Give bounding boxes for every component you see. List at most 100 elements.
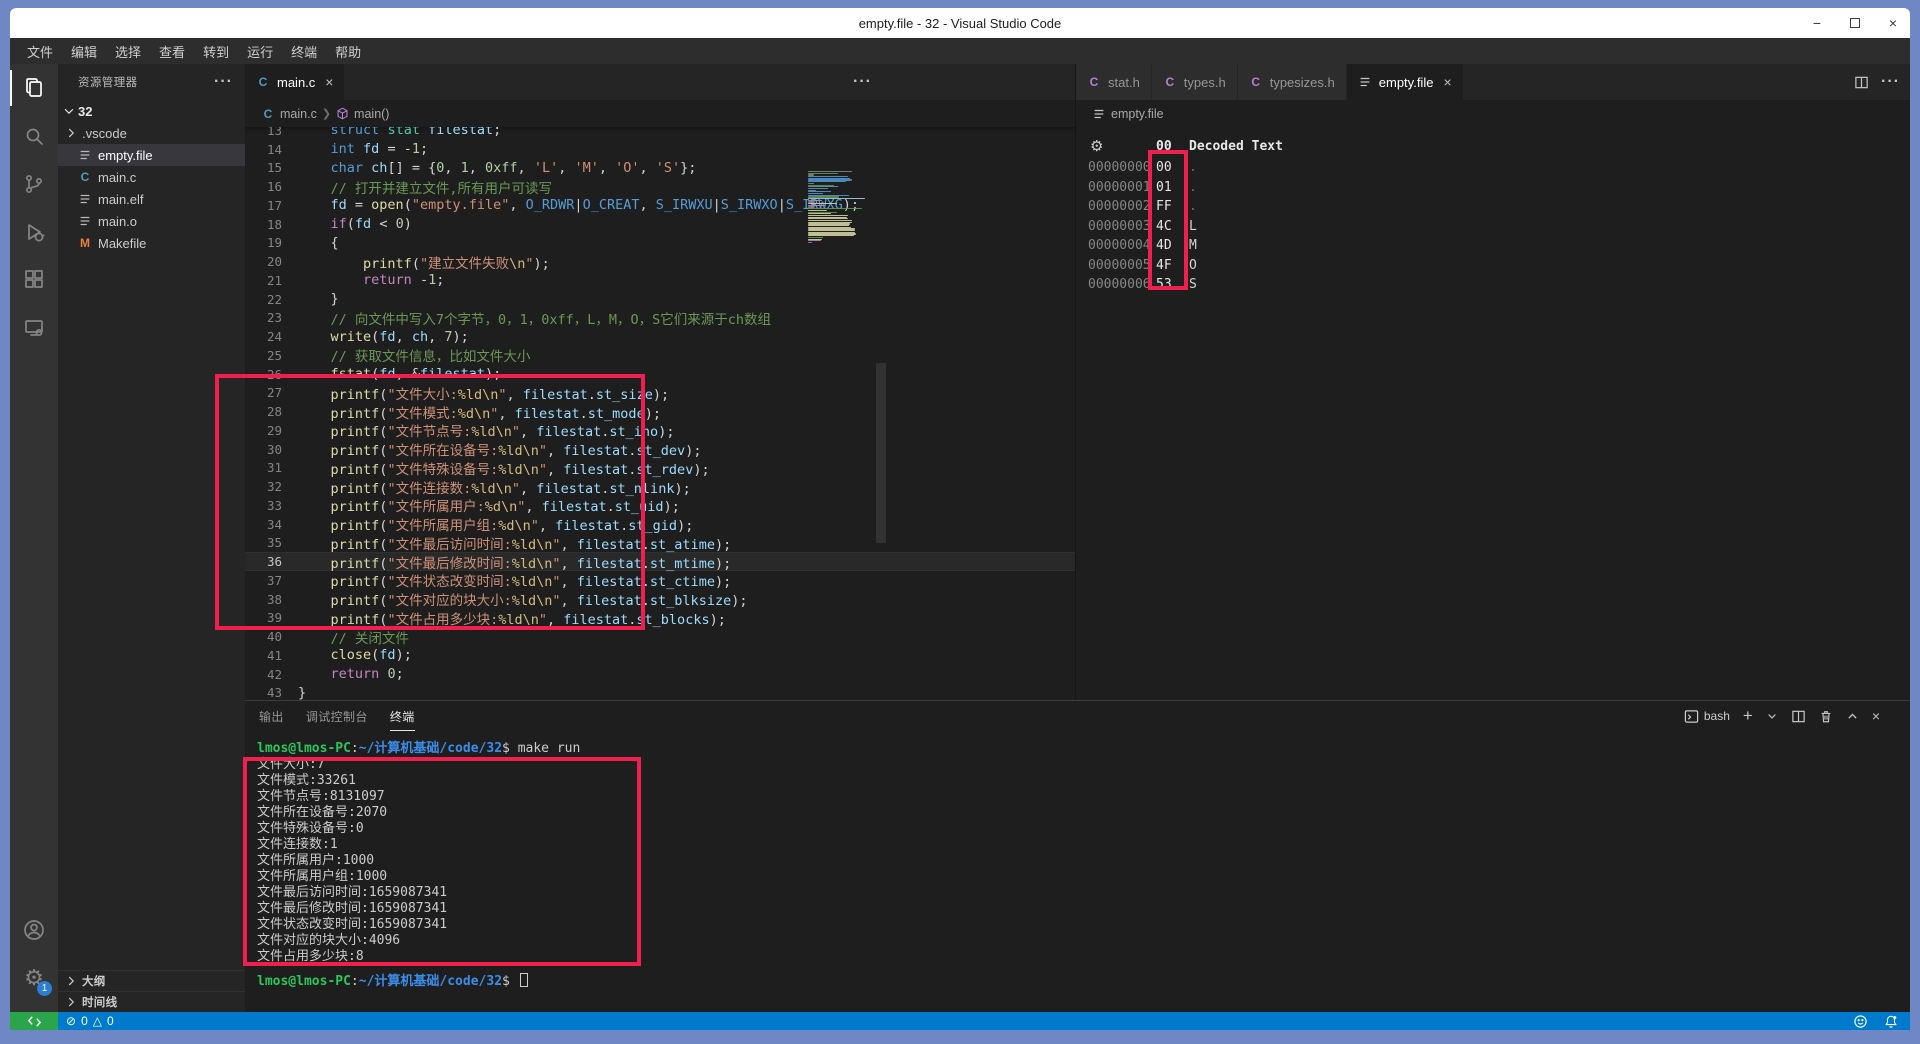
activity-explorer[interactable] [10,64,58,112]
tree-item-.vscode[interactable]: .vscode [58,122,245,144]
tree-root-folder[interactable]: 32 [58,100,245,122]
kill-terminal-icon[interactable] [1819,709,1833,724]
menu-item-运行[interactable]: 运行 [238,40,282,62]
menu-item-选择[interactable]: 选择 [106,40,150,62]
line-number[interactable]: 19 [245,235,282,250]
hex-row[interactable]: 000000044DM [1076,236,1910,256]
problems-status[interactable]: ⊘ 0 △ 0 [58,1014,114,1028]
split-editor-icon[interactable] [1854,75,1869,90]
editor-more-actions-button[interactable]: ··· [1881,73,1900,91]
close-button[interactable]: × [1886,16,1900,30]
minimap[interactable] [808,171,880,244]
panel-tab-调试控制台[interactable]: 调试控制台 [306,702,368,731]
breadcrumb-file[interactable]: empty.file [1111,107,1164,121]
code-line[interactable]: 21 return -1; [245,271,1075,290]
editor-more-actions-button[interactable]: ··· [853,73,872,91]
tree-item-empty.file[interactable]: empty.file [58,144,245,166]
scrollbar-slider[interactable] [876,363,886,543]
line-number[interactable]: 24 [245,329,282,344]
menu-item-终端[interactable]: 终端 [282,40,326,62]
activity-settings[interactable]: ⚙1 [10,954,58,1002]
tab-typesizes.h[interactable]: Ctypesizes.h [1238,64,1347,100]
code-line[interactable]: 23 // 向文件中写入7个字节，0，1，0xff，L，M，O，S它们来源于ch… [245,309,1075,328]
hex-row[interactable]: 000000034CL [1076,217,1910,237]
activity-run-debug[interactable] [10,208,58,256]
close-icon[interactable]: × [325,74,333,90]
tab-empty.file[interactable]: empty.file× [1347,64,1464,100]
code-line[interactable]: 16 // 打开并建立文件,所有用户可读写 [245,177,1075,196]
line-number[interactable]: 42 [245,667,282,682]
code-line[interactable]: 40 // 关闭文件 [245,627,1075,646]
code-line[interactable]: 42 return 0; [245,665,1075,684]
titlebar[interactable]: empty.file - 32 - Visual Studio Code −× [10,8,1910,38]
hex-row[interactable]: 0000000101. [1076,178,1910,198]
sidebar-more-actions-button[interactable]: ··· [214,73,233,91]
breadcrumb[interactable]: C main.c ❯ main() [245,100,1075,127]
remote-indicator[interactable] [10,1012,58,1030]
chevron-down-icon[interactable] [1766,710,1778,722]
new-terminal-button[interactable]: + [1743,706,1753,726]
gear-icon[interactable]: ⚙ [1076,137,1144,155]
line-number[interactable]: 17 [245,198,282,213]
line-number[interactable]: 13 [245,127,282,138]
line-number[interactable]: 23 [245,310,282,325]
breadcrumb-hex[interactable]: empty.file [1076,100,1910,127]
tab-stat.h[interactable]: Cstat.h [1076,64,1152,100]
tree-item-main.c[interactable]: Cmain.c [58,166,245,188]
menu-item-文件[interactable]: 文件 [18,40,62,62]
panel-tab-终端[interactable]: 终端 [390,702,415,731]
code-line[interactable]: 20 printf("建立文件失败\n"); [245,252,1075,271]
code-line[interactable]: 17 fd = open("empty.file", O_RDWR|O_CREA… [245,196,1075,215]
sidebar-section-时间线[interactable]: 时间线 [58,991,245,1012]
line-number[interactable]: 15 [245,160,282,175]
code-line[interactable]: 13 struct stat filestat; [245,127,1075,140]
line-number[interactable]: 41 [245,648,282,663]
code-line[interactable]: 14 int fd = -1; [245,140,1075,159]
notifications-bell-icon[interactable] [1884,1014,1898,1029]
line-number[interactable]: 43 [245,685,282,700]
tab-types.h[interactable]: Ctypes.h [1152,64,1238,100]
sidebar-section-大纲[interactable]: 大纲 [58,970,245,991]
menu-item-编辑[interactable]: 编辑 [62,40,106,62]
code-line[interactable]: 22 } [245,290,1075,309]
line-number[interactable]: 21 [245,273,282,288]
code-line[interactable]: 41 close(fd); [245,646,1075,665]
tab-main.c[interactable]: Cmain.c× [245,64,345,100]
hex-row[interactable]: 0000000000. [1076,158,1910,178]
terminal-shell-picker[interactable]: bash [1684,709,1730,724]
close-icon[interactable]: × [1443,74,1451,90]
menu-item-转到[interactable]: 转到 [194,40,238,62]
code-line[interactable]: 25 // 获取文件信息，比如文件大小 [245,346,1075,365]
menu-item-查看[interactable]: 查看 [150,40,194,62]
activity-search[interactable] [10,112,58,160]
code-line[interactable]: 43} [245,684,1075,701]
hex-row[interactable]: 0000000653S [1076,275,1910,295]
tree-item-Makefile[interactable]: MMakefile [58,232,245,254]
line-number[interactable]: 16 [245,179,282,194]
maximize-button[interactable] [1848,16,1862,30]
activity-remote-explorer[interactable] [10,304,58,352]
tree-item-main.elf[interactable]: main.elf [58,188,245,210]
line-number[interactable]: 20 [245,254,282,269]
menu-item-帮助[interactable]: 帮助 [326,40,370,62]
line-number[interactable]: 22 [245,292,282,307]
tree-item-main.o[interactable]: main.o [58,210,245,232]
hex-row[interactable]: 00000002FF. [1076,197,1910,217]
line-number[interactable]: 18 [245,217,282,232]
line-number[interactable]: 40 [245,629,282,644]
activity-source-control[interactable] [10,160,58,208]
breadcrumb-file[interactable]: main.c [280,107,317,121]
activity-extensions[interactable] [10,256,58,304]
code-line[interactable]: 19 { [245,234,1075,253]
hex-row[interactable]: 000000054FO [1076,256,1910,276]
minimize-button[interactable]: − [1810,16,1824,30]
code-line[interactable]: 15 char ch[] = {0, 1, 0xff, 'L', 'M', 'O… [245,159,1075,178]
code-line[interactable]: 24 write(fd, ch, 7); [245,327,1075,346]
maximize-panel-icon[interactable] [1846,710,1859,723]
activity-account[interactable] [10,906,58,954]
panel-tab-输出[interactable]: 输出 [259,702,284,731]
line-number[interactable]: 25 [245,348,282,363]
line-number[interactable]: 14 [245,142,282,157]
split-terminal-icon[interactable] [1791,709,1806,724]
close-panel-icon[interactable]: × [1872,708,1880,724]
